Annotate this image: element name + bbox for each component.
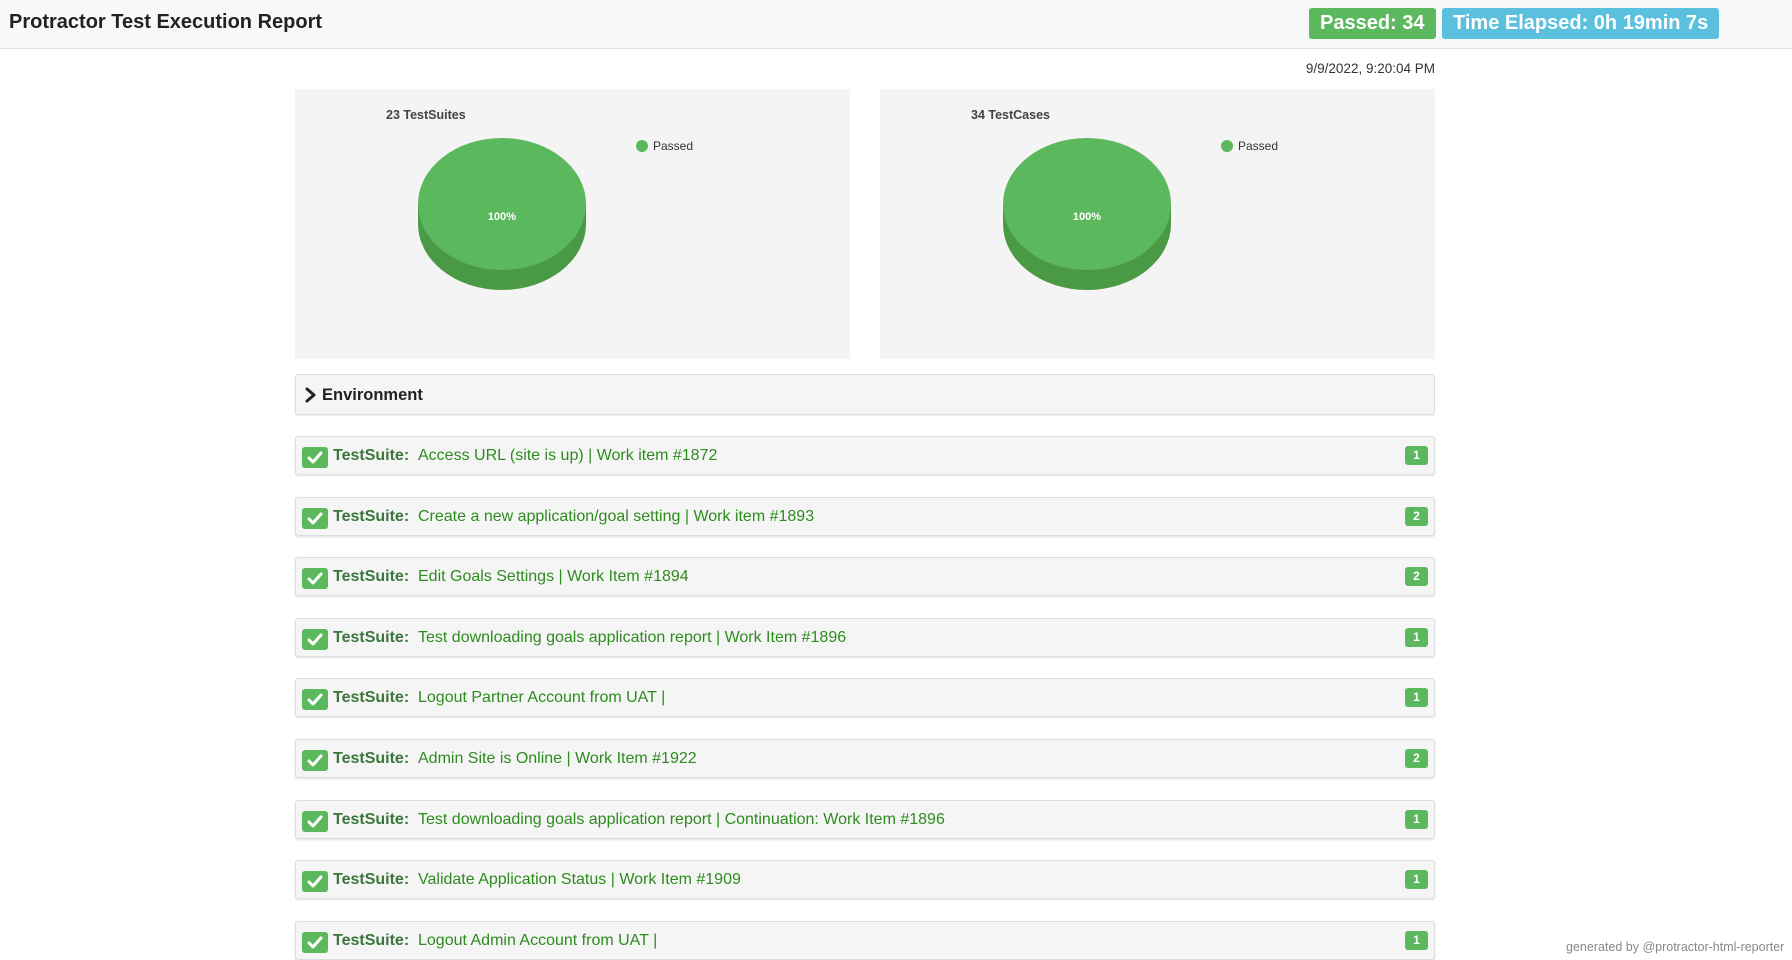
testsuite-name: Test downloading goals application repor… — [418, 629, 847, 646]
passed-check-icon — [302, 871, 328, 892]
testsuite-row[interactable]: TestSuite: Validate Application Status | … — [295, 860, 1435, 899]
testsuite-row[interactable]: TestSuite: Test downloading goals applica… — [295, 618, 1435, 657]
testsuite-row[interactable]: TestSuite: Admin Site is Online | Work It… — [295, 739, 1435, 778]
testsuite-row[interactable]: TestSuite: Access URL (site is up) | Work… — [295, 436, 1435, 475]
environment-label: Environment — [322, 386, 423, 404]
pie-data-label: 100% — [1073, 211, 1101, 223]
testsuite-name: Edit Goals Settings | Work Item #1894 — [418, 568, 689, 585]
testsuite-prefix: TestSuite: — [333, 447, 410, 464]
testsuite-name: Logout Admin Account from UAT | — [418, 932, 658, 949]
testsuite-name: Validate Application Status | Work Item … — [418, 871, 741, 888]
legend-marker — [636, 140, 648, 152]
testcase-count-badge: 1 — [1405, 628, 1428, 647]
testcase-count-badge: 1 — [1405, 870, 1428, 889]
time-elapsed-badge: Time Elapsed: 0h 19min 7s — [1442, 8, 1720, 39]
legend-marker — [1221, 140, 1233, 152]
chart-title: 23 TestSuites — [386, 108, 466, 122]
testsuite-prefix: TestSuite: — [333, 568, 410, 585]
testsuite-row[interactable]: TestSuite: Logout Partner Account from UA… — [295, 678, 1435, 717]
report-timestamp: 9/9/2022, 9:20:04 PM — [1305, 61, 1435, 76]
environment-panel-header[interactable]: Environment — [295, 374, 1435, 415]
testcases-chart-svg: 34 TestCases Passed 100% — [971, 108, 1278, 290]
legend-label[interactable]: Passed — [653, 139, 693, 153]
report-title: Protractor Test Execution Report — [9, 11, 323, 33]
testcases-chart: 34 TestCases Passed 100% — [880, 89, 1435, 359]
passed-check-icon — [302, 508, 328, 529]
testcase-count-badge: 1 — [1405, 688, 1428, 707]
generated-by-note: generated by @protractor-html-reporter — [1566, 940, 1785, 954]
passed-check-icon — [302, 811, 328, 832]
testsuite-row[interactable]: TestSuite: Test downloading goals applica… — [295, 800, 1435, 839]
passed-check-icon — [302, 750, 328, 771]
testcase-count-badge: 2 — [1405, 507, 1428, 526]
pie-data-label: 100% — [488, 211, 516, 223]
testsuite-name: Access URL (site is up) | Work item #187… — [418, 447, 718, 464]
testsuite-name: Logout Partner Account from UAT | — [418, 689, 666, 706]
testcase-count-badge: 1 — [1405, 810, 1428, 829]
testsuite-prefix: TestSuite: — [333, 750, 410, 767]
testcase-count-badge: 2 — [1405, 749, 1428, 768]
passed-check-icon — [302, 629, 328, 650]
testsuites-chart: 23 TestSuites Passed 100% — [295, 89, 850, 359]
testsuite-row[interactable]: TestSuite: Edit Goals Settings | Work Ite… — [295, 557, 1435, 596]
passed-count-badge: Passed: 34 — [1309, 8, 1436, 39]
passed-check-icon — [302, 689, 328, 710]
testsuite-prefix: TestSuite: — [333, 811, 410, 828]
testsuite-prefix: TestSuite: — [333, 508, 410, 525]
testsuite-prefix: TestSuite: — [333, 629, 410, 646]
passed-check-icon — [302, 447, 328, 468]
top-navbar: Protractor Test Execution Report Passed:… — [0, 0, 1792, 49]
testcase-count-badge: 2 — [1405, 567, 1428, 586]
testcase-count-badge: 1 — [1405, 446, 1428, 465]
testsuite-prefix: TestSuite: — [333, 871, 410, 888]
testcase-count-badge: 1 — [1405, 931, 1428, 950]
testsuites-chart-svg: 23 TestSuites Passed 100% — [386, 108, 693, 290]
testsuite-name: Test downloading goals application repor… — [418, 811, 945, 828]
testsuite-prefix: TestSuite: — [333, 932, 410, 949]
chart-title: 34 TestCases — [971, 108, 1050, 122]
testsuite-row[interactable]: TestSuite: Logout Admin Account from UAT … — [295, 921, 1435, 960]
testsuite-name: Admin Site is Online | Work Item #1922 — [418, 750, 697, 767]
testsuite-row[interactable]: TestSuite: Create a new application/goal … — [295, 497, 1435, 536]
passed-check-icon — [302, 568, 328, 589]
passed-check-icon — [302, 932, 328, 953]
chevron-right-icon — [305, 387, 316, 403]
testsuite-name: Create a new application/goal setting | … — [418, 508, 815, 525]
testsuite-prefix: TestSuite: — [333, 689, 410, 706]
legend-label[interactable]: Passed — [1238, 139, 1278, 153]
